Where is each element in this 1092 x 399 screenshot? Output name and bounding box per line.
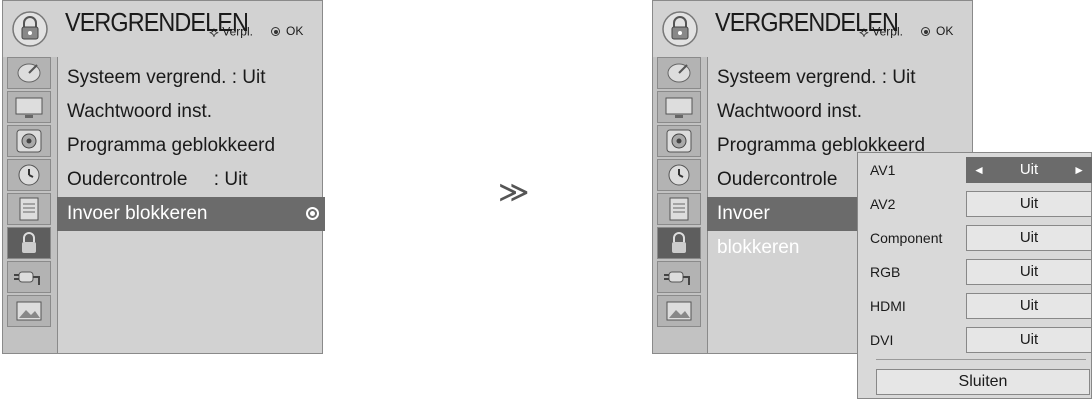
input-value[interactable]: Uit [966,259,1092,285]
popup-row-rgb[interactable]: RGB Uit [858,255,1092,289]
category-sidebar [653,57,708,353]
lock-icon [12,11,48,47]
popup-row-dvi[interactable]: DVI Uit [858,323,1092,357]
lock-menu-panel-left: VERGRENDELEN ⟡ Verpl. OK Systeem vergren… [2,0,325,354]
arrow-left-icon[interactable]: ◄ [973,158,985,182]
popup-row-av2[interactable]: AV2 Uit [858,187,1092,221]
menu-item-set-password[interactable]: Wachtwoord inst. [57,95,212,129]
move-icon: ⟡ [209,24,219,41]
category-sidebar [3,57,58,353]
popup-row-av1[interactable]: AV1 ◄ Uit ► [858,153,1092,187]
document-icon[interactable] [7,193,51,225]
menu-item-system-lock[interactable]: Systeem vergrend. : Uit [57,61,266,95]
picture-icon[interactable] [657,295,701,327]
input-label: Component [870,230,943,246]
monitor-icon[interactable] [657,91,701,123]
divider [876,359,1086,360]
menu-item-set-password[interactable]: Wachtwoord inst. [707,95,862,129]
move-icon: ⟡ [859,24,869,41]
clock-icon[interactable] [657,159,701,191]
plug-icon[interactable] [7,261,51,293]
ok-hint: OK [921,24,953,38]
arrow-right-icon[interactable]: ► [1073,158,1085,182]
menu-item-system-lock[interactable]: Systeem vergrend. : Uit [707,61,916,95]
move-hint: ⟡ Verpl. [859,24,903,41]
input-label: DVI [870,332,894,348]
menu-item-parental-control[interactable]: Oudercontrole [707,163,837,197]
ok-icon [271,27,280,37]
picture-icon[interactable] [7,295,51,327]
document-icon[interactable] [657,193,701,225]
popup-row-component[interactable]: Component Uit [858,221,1092,255]
input-label: AV2 [870,196,896,212]
transition-arrow: ≫ [498,176,530,209]
satellite-dish-icon[interactable] [657,57,701,89]
plug-icon[interactable] [657,261,701,293]
menu-item-input-block[interactable]: Invoer blokkeren [57,197,325,231]
monitor-icon[interactable] [7,91,51,123]
lock-category-icon[interactable] [7,227,51,259]
clock-icon[interactable] [7,159,51,191]
menu-item-parental-control[interactable]: Oudercontrole : Uit [57,163,248,197]
input-label: HDMI [870,298,906,314]
lock-category-icon[interactable] [657,227,701,259]
input-block-popup: AV1 ◄ Uit ► AV2 Uit Component Uit RGB Ui… [857,152,1092,399]
speaker-icon[interactable] [7,125,51,157]
menu-item-input-block[interactable]: Invoer blokkeren [707,197,857,258]
input-value-selector[interactable]: ◄ Uit ► [966,157,1092,183]
input-label: RGB [870,264,901,280]
move-hint: ⟡ Verpl. [209,24,253,41]
menu-item-block-channel[interactable]: Programma geblokkeerd [57,129,275,163]
input-value[interactable]: Uit [966,327,1092,353]
speaker-icon[interactable] [657,125,701,157]
input-value[interactable]: Uit [966,225,1092,251]
ok-icon [306,207,319,220]
ok-hint: OK [271,24,303,38]
input-value[interactable]: Uit [966,191,1092,217]
close-button[interactable]: Sluiten [876,369,1090,395]
input-label: AV1 [870,162,896,178]
satellite-dish-icon[interactable] [7,57,51,89]
menu-item-label: Invoer blokkeren [67,203,208,224]
popup-row-hdmi[interactable]: HDMI Uit [858,289,1092,323]
lock-icon [662,11,698,47]
ok-icon [921,27,930,37]
input-value[interactable]: Uit [966,293,1092,319]
